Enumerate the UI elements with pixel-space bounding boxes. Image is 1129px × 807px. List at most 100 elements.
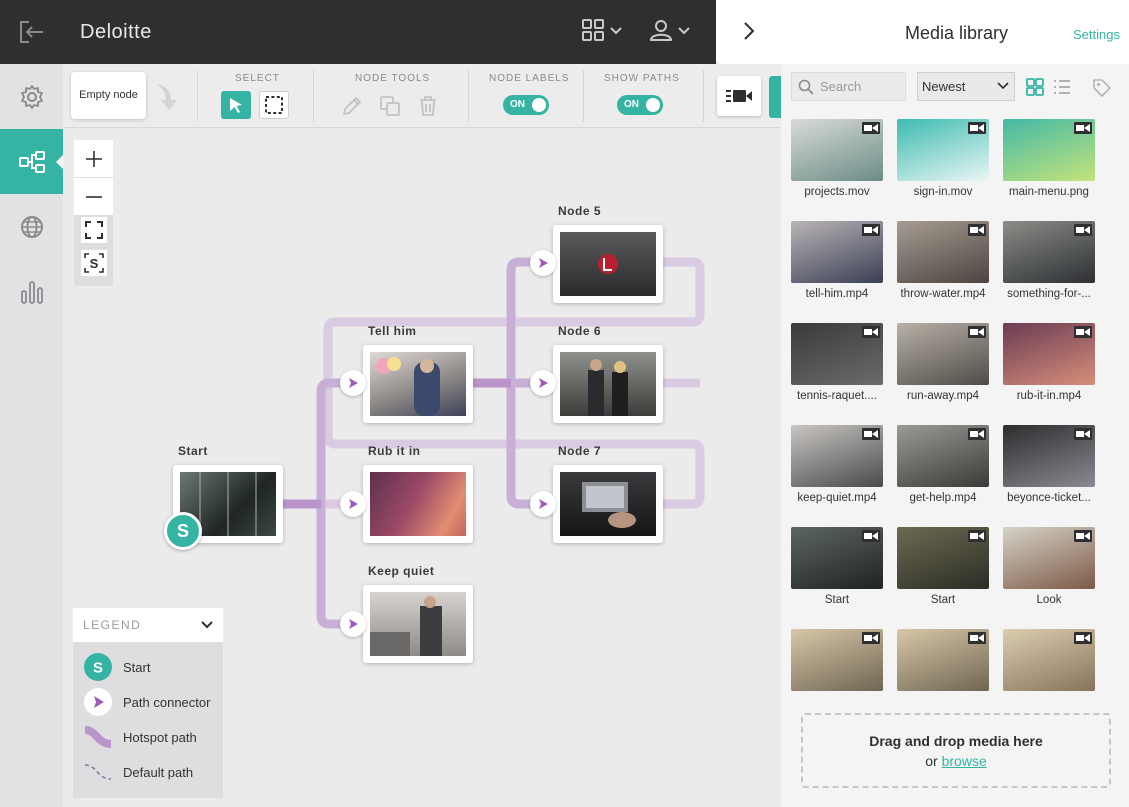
node-canvas[interactable]: S Start Tell him Rub it in Keep quiet No… — [63, 129, 781, 807]
node-thumbnail — [370, 472, 466, 536]
media-name: rub-it-in.mp4 — [1016, 390, 1082, 402]
media-name: tell-him.mp4 — [805, 288, 869, 300]
browse-link[interactable]: browse — [942, 753, 987, 769]
rail-item-globe[interactable] — [0, 194, 63, 259]
path-connector[interactable] — [340, 370, 366, 396]
apps-menu-button[interactable] — [581, 18, 623, 42]
path-connector[interactable] — [530, 250, 556, 276]
media-thumbnail — [791, 323, 883, 385]
rail-item-nodes[interactable] — [0, 129, 64, 194]
video-camera-icon — [1074, 632, 1092, 644]
rail-item-analytics[interactable] — [0, 259, 63, 324]
path-connector[interactable] — [530, 370, 556, 396]
media-card[interactable]: main-menu.png — [1003, 119, 1095, 198]
node-tell-him[interactable] — [363, 345, 473, 423]
legend-item-hotspot-path: Hotspot path — [83, 722, 197, 752]
media-card[interactable] — [791, 629, 883, 696]
brand-name: Deloitte — [80, 20, 152, 43]
media-card[interactable]: tennis-raquet.... — [791, 323, 883, 402]
search-icon — [798, 79, 814, 95]
path-connector[interactable] — [530, 491, 556, 517]
center-start-button[interactable]: S — [81, 250, 107, 276]
video-camera-icon — [1074, 122, 1092, 134]
node-rub-it-in[interactable] — [363, 465, 473, 543]
path-connector[interactable] — [340, 611, 366, 637]
play-arrow-icon — [539, 499, 548, 509]
media-card[interactable] — [1003, 629, 1095, 696]
media-card[interactable]: Start — [897, 527, 989, 606]
video-camera-icon — [968, 530, 986, 542]
node-7[interactable] — [553, 465, 663, 543]
chevron-right-icon[interactable] — [742, 21, 756, 41]
media-thumbnail — [791, 119, 883, 181]
globe-icon — [20, 215, 43, 238]
list-view-icon[interactable] — [1053, 79, 1071, 95]
bar-chart-icon — [20, 280, 43, 304]
node-keep-quiet[interactable] — [363, 585, 473, 663]
pointer-select-button[interactable] — [221, 91, 251, 119]
media-thumbnail — [897, 119, 989, 181]
media-card[interactable]: beyonce-ticket... — [1003, 425, 1095, 504]
media-card[interactable]: sign-in.mov — [897, 119, 989, 198]
sort-select[interactable]: Newest — [917, 72, 1015, 101]
zoom-in-button[interactable] — [74, 140, 113, 177]
exit-button[interactable] — [0, 0, 63, 64]
media-card[interactable]: tell-him.mp4 — [791, 221, 883, 300]
search-field[interactable]: Search — [791, 72, 906, 101]
media-thumbnail — [1003, 527, 1095, 589]
zoom-out-button[interactable] — [74, 178, 113, 215]
rail-item-settings[interactable] — [0, 64, 63, 129]
editor-toolbar: Empty node SELECT NODE TOOLS NODE LABELS… — [63, 64, 781, 128]
media-card[interactable]: run-away.mp4 — [897, 323, 989, 402]
node-labels-toggle[interactable]: ON — [503, 95, 549, 115]
path-connector[interactable] — [340, 491, 366, 517]
media-card[interactable]: get-help.mp4 — [897, 425, 989, 504]
video-camera-icon — [862, 326, 880, 338]
minus-icon — [85, 195, 102, 198]
search-placeholder: Search — [820, 79, 862, 94]
marquee-select-button[interactable] — [259, 91, 289, 119]
media-card[interactable]: throw-water.mp4 — [897, 221, 989, 300]
legend-label: Start — [123, 659, 151, 675]
media-card[interactable]: Start — [791, 527, 883, 606]
trash-icon[interactable] — [417, 95, 439, 117]
media-card[interactable]: Look — [1003, 527, 1095, 606]
user-menu-button[interactable] — [649, 18, 691, 42]
fit-screen-button[interactable] — [81, 217, 107, 243]
duplicate-icon[interactable] — [379, 95, 401, 117]
media-card[interactable]: rub-it-in.mp4 — [1003, 323, 1095, 402]
tag-icon[interactable] — [1092, 78, 1112, 98]
gear-icon — [20, 84, 43, 109]
show-paths-toggle-state: ON — [624, 99, 639, 110]
node-title-node-5: Node 5 — [558, 204, 602, 218]
video-camera-icon — [862, 224, 880, 236]
node-6[interactable] — [553, 345, 663, 423]
media-thumbnail — [897, 221, 989, 283]
legend-item-start: S Start — [83, 652, 150, 682]
legend-title: LEGEND — [83, 618, 142, 632]
chevron-down-icon — [997, 82, 1009, 90]
media-library-panel: Media library Settings Search Newest pro… — [716, 0, 1129, 807]
play-arrow-icon — [349, 378, 358, 388]
pencil-icon[interactable] — [341, 95, 363, 117]
node-5[interactable] — [553, 225, 663, 303]
media-name: get-help.mp4 — [909, 492, 977, 504]
empty-node-button[interactable]: Empty node — [71, 72, 146, 119]
media-name: tennis-raquet.... — [797, 390, 877, 402]
media-card[interactable]: projects.mov — [791, 119, 883, 198]
drop-zone[interactable]: Drag and drop media here or browse — [801, 713, 1111, 788]
video-camera-icon — [1074, 326, 1092, 338]
legend-panel: LEGEND S Start Path connector Hotspot pa… — [73, 608, 223, 798]
cursor-arrow-icon — [230, 98, 242, 113]
show-paths-toggle[interactable]: ON — [617, 95, 663, 115]
legend-header[interactable]: LEGEND — [73, 608, 223, 642]
media-thumbnail — [897, 425, 989, 487]
media-card[interactable]: keep-quiet.mp4 — [791, 425, 883, 504]
grid-view-icon[interactable] — [1026, 78, 1044, 96]
media-card[interactable]: something-for-... — [1003, 221, 1095, 300]
video-camera-icon — [968, 428, 986, 440]
node-thumbnail — [560, 472, 656, 536]
legend-item-path-connector: Path connector — [83, 687, 210, 717]
media-card[interactable] — [897, 629, 989, 696]
settings-link[interactable]: Settings — [1073, 27, 1120, 42]
